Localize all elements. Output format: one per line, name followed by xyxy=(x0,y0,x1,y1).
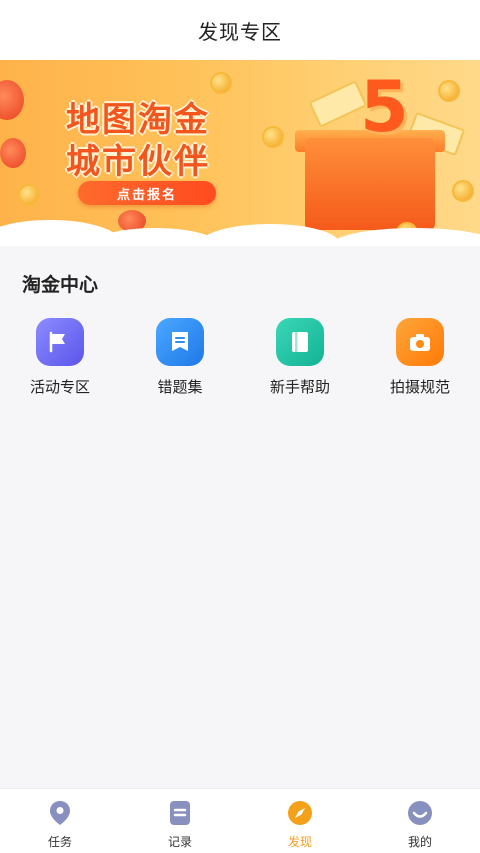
tab-label: 任务 xyxy=(47,835,72,849)
tab-mine[interactable]: 我的 xyxy=(360,789,480,853)
note-icon xyxy=(156,318,204,366)
feature-label: 拍摄规范 xyxy=(389,378,450,396)
tab-records[interactable]: 记录 xyxy=(120,789,240,853)
tab-label: 我的 xyxy=(407,835,432,849)
location-pin-icon xyxy=(46,799,74,827)
book-icon xyxy=(276,318,324,366)
top-bar: 发现专区 xyxy=(0,0,480,60)
banner-title-line2: 城市伙伴 xyxy=(66,142,210,182)
tab-label: 发现 xyxy=(287,835,312,849)
profile-icon xyxy=(406,799,434,827)
list-icon xyxy=(166,799,194,827)
lantern-decoration xyxy=(0,138,26,168)
flag-icon xyxy=(36,318,84,366)
feature-shooting-rules[interactable]: 拍摄规范 xyxy=(360,318,480,397)
section-title: 淘金中心 xyxy=(22,274,99,296)
coin-decoration xyxy=(452,180,474,202)
tab-discover[interactable]: 发现 xyxy=(240,789,360,853)
feature-activity-zone[interactable]: 活动专区 xyxy=(0,318,120,397)
lantern-decoration xyxy=(0,80,24,120)
gift-box xyxy=(305,138,435,230)
badge-number: 5 xyxy=(360,66,409,148)
cloud-decoration xyxy=(330,228,480,246)
tab-label: 记录 xyxy=(167,835,192,849)
coin-decoration xyxy=(210,72,232,94)
coin-decoration xyxy=(262,126,284,148)
tab-tasks[interactable]: 任务 xyxy=(0,789,120,853)
money-bill-decoration xyxy=(308,80,368,128)
feature-label: 活动专区 xyxy=(29,378,90,396)
feature-wrong-questions[interactable]: 错题集 xyxy=(120,318,240,397)
feature-label: 新手帮助 xyxy=(269,378,330,396)
compass-icon xyxy=(286,799,314,827)
camera-icon xyxy=(396,318,444,366)
signup-button[interactable]: 点击报名 xyxy=(78,181,216,205)
coin-decoration xyxy=(18,184,40,206)
feature-label: 错题集 xyxy=(157,378,203,396)
page-title: 发现专区 xyxy=(198,19,282,44)
coin-decoration xyxy=(438,80,460,102)
promo-banner[interactable]: 5 地图淘金 城市伙伴 点击报名 xyxy=(0,60,480,246)
feature-beginner-help[interactable]: 新手帮助 xyxy=(240,318,360,397)
bottom-tab-bar: 任务 记录 发现 我的 xyxy=(0,788,480,853)
gold-center-section: 淘金中心 活动专区 错题集 新手帮助 拍摄规范 xyxy=(0,252,480,412)
feature-grid: 活动专区 错题集 新手帮助 拍摄规范 xyxy=(0,318,480,397)
